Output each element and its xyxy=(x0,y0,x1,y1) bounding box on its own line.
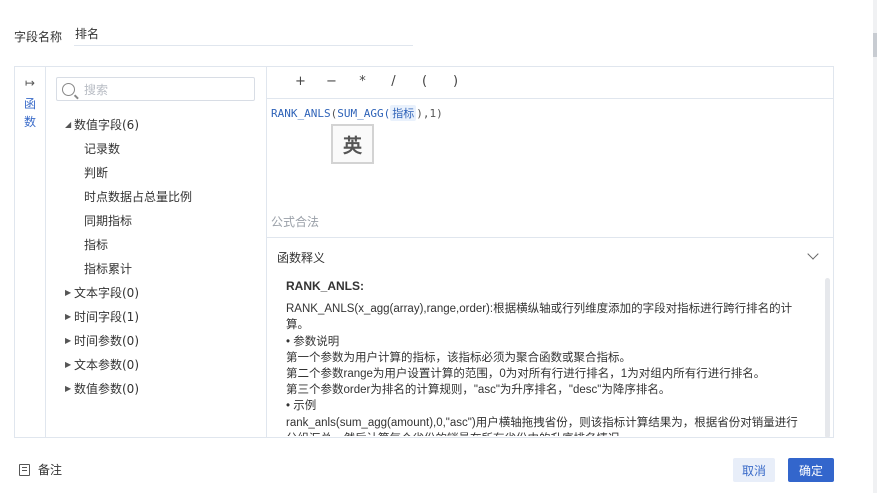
cancel-button[interactable]: 取消 xyxy=(733,458,775,482)
description-line: 第三个参数order为排名的计算规则，"asc"为升序排名，"desc"为降序排… xyxy=(286,384,671,397)
description-line: rank_anls(sum_agg(amount),0,"asc")用户横轴拖拽… xyxy=(286,416,798,436)
description-title: RANK_ANLS: xyxy=(286,279,364,293)
tree-group-label: 文本字段(0) xyxy=(74,285,139,300)
expanded-triangle-icon[interactable]: ◢ xyxy=(65,120,73,129)
description-line: • 示例 xyxy=(286,400,317,413)
collapsed-triangle-icon[interactable]: ▶ xyxy=(65,360,73,369)
tree-group-label: 文本参数(0) xyxy=(74,357,139,372)
field-name-input[interactable]: 排名 xyxy=(74,26,413,46)
tree-group-numeric-fields[interactable]: ◢ 数值字段(6) xyxy=(46,112,266,136)
collapsed-triangle-icon[interactable]: ▶ xyxy=(65,312,73,321)
field-name-row: 字段名称 排名 xyxy=(14,26,413,46)
function-tab[interactable]: ↦ 函 数 xyxy=(15,67,46,437)
search-input[interactable]: 搜索 xyxy=(56,77,255,101)
formula-text[interactable]: RANK_ANLS(SUM_AGG(指标),1) xyxy=(271,105,443,121)
close-paren-button[interactable]: ) xyxy=(440,73,471,91)
page-scrollbar[interactable] xyxy=(873,0,877,493)
collapsed-triangle-icon[interactable]: ▶ xyxy=(65,336,73,345)
description-header[interactable]: 函数释义 xyxy=(277,249,325,266)
tree-item[interactable]: 时点数据占总量比例 xyxy=(46,184,266,208)
formula-input-area[interactable]: + − * / ( ) RANK_ANLS(SUM_AGG(指标),1) 英 公… xyxy=(267,67,833,237)
tree-item[interactable]: 指标 xyxy=(46,232,266,256)
chevron-down-icon[interactable] xyxy=(807,248,819,260)
minus-operator-button[interactable]: − xyxy=(316,73,347,91)
field-tree: ◢ 数值字段(6) 记录数 判断 时点数据占总量比例 同期指标 指标 指标累计 … xyxy=(46,112,266,400)
tree-group-time-fields[interactable]: ▶ 时间字段(1) xyxy=(46,304,266,328)
tree-item[interactable]: 指标累计 xyxy=(46,256,266,280)
formula-valid-status: 公式合法 xyxy=(271,215,320,229)
tree-item[interactable]: 记录数 xyxy=(46,136,266,160)
divide-operator-button[interactable]: / xyxy=(378,73,409,91)
field-name-label: 字段名称 xyxy=(14,29,63,44)
tree-group-label: 时间参数(0) xyxy=(74,333,139,348)
description-line: • 参数说明 xyxy=(286,335,340,348)
collapse-arrow-icon[interactable]: ↦ xyxy=(25,76,35,90)
open-paren-button[interactable]: ( xyxy=(409,73,440,91)
field-tree-panel: 搜索 ◢ 数值字段(6) 记录数 判断 时点数据占总量比例 同期指标 指标 指标… xyxy=(46,67,267,437)
description-line: 第二个参数range为用户设置计算的范围，0为对所有行进行排名，1为对组内所有行… xyxy=(286,368,766,381)
function-description-panel: 函数释义 RANK_ANLS: RANK_ANLS(x_agg(array),r… xyxy=(267,237,833,438)
scrollbar-thumb[interactable] xyxy=(873,33,877,57)
tree-group-text-params[interactable]: ▶ 文本参数(0) xyxy=(46,352,266,376)
formula-rest: ),1) xyxy=(416,107,443,120)
formula-editor: ↦ 函 数 搜索 ◢ 数值字段(6) 记录数 判断 时点数据占总量比例 同期指标… xyxy=(14,66,834,438)
plus-operator-button[interactable]: + xyxy=(285,73,316,91)
search-placeholder: 搜索 xyxy=(84,82,109,97)
tree-item[interactable]: 同期指标 xyxy=(46,208,266,232)
function-tab-label-2: 数 xyxy=(23,115,36,129)
description-scrollbar[interactable] xyxy=(825,278,830,438)
tree-group-time-params[interactable]: ▶ 时间参数(0) xyxy=(46,328,266,352)
note-icon xyxy=(19,463,30,476)
ime-indicator: 英 xyxy=(331,124,374,164)
collapsed-triangle-icon[interactable]: ▶ xyxy=(65,288,73,297)
notes-label: 备注 xyxy=(38,463,63,477)
tree-group-label: 数值参数(0) xyxy=(74,381,139,396)
search-icon xyxy=(62,82,75,96)
description-line: 第一个参数为用户计算的指标，该指标必须为聚合函数或聚合指标。 xyxy=(286,351,631,364)
description-body: RANK_ANLS: RANK_ANLS(x_agg(array),range,… xyxy=(286,278,806,436)
tree-group-text-fields[interactable]: ▶ 文本字段(0) xyxy=(46,280,266,304)
tree-group-label: 时间字段(1) xyxy=(74,309,139,324)
formula-dialog: 字段名称 排名 ↦ 函 数 搜索 ◢ 数值字段(6) 记录数 判断 时点数据占总… xyxy=(0,0,877,493)
formula-inner-function: SUM_AGG( xyxy=(337,107,391,120)
formula-field-token[interactable]: 指标 xyxy=(390,105,417,121)
tree-group-numeric-params[interactable]: ▶ 数值参数(0) xyxy=(46,376,266,400)
function-tab-label-1: 函 xyxy=(23,97,36,111)
collapsed-triangle-icon[interactable]: ▶ xyxy=(65,384,73,393)
toolbar-divider xyxy=(267,98,833,99)
notes-toggle[interactable]: 备注 xyxy=(19,461,62,478)
multiply-operator-button[interactable]: * xyxy=(347,73,378,91)
confirm-button[interactable]: 确定 xyxy=(788,458,834,482)
tree-group-label: 数值字段(6) xyxy=(74,117,139,132)
description-line: RANK_ANLS(x_agg(array),range,order):根据横纵… xyxy=(286,303,793,332)
operator-toolbar: + − * / ( ) xyxy=(285,73,471,91)
formula-function: RANK_ANLS xyxy=(271,107,331,120)
tree-item[interactable]: 判断 xyxy=(46,160,266,184)
